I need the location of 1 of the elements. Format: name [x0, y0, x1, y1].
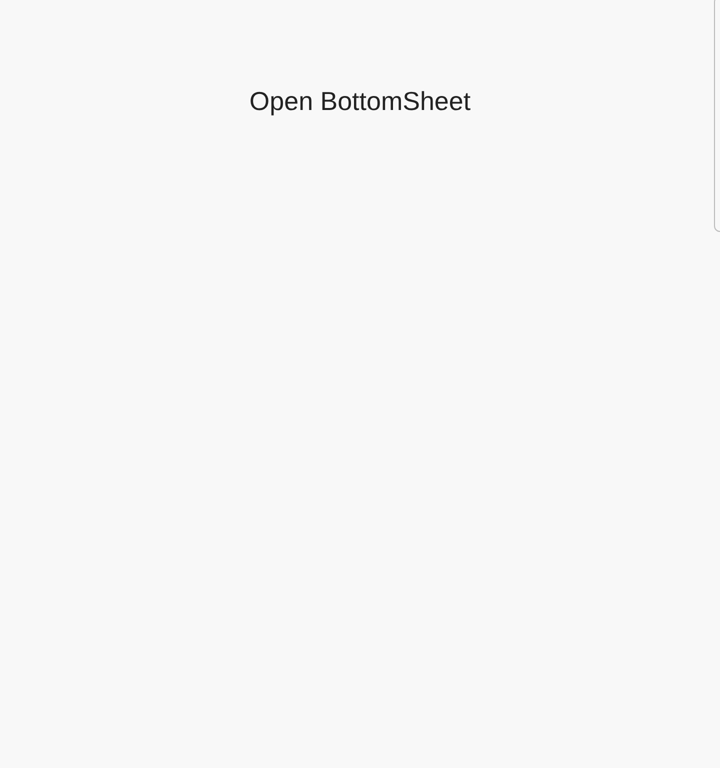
- open-bottom-sheet-button[interactable]: Open BottomSheet: [241, 82, 479, 121]
